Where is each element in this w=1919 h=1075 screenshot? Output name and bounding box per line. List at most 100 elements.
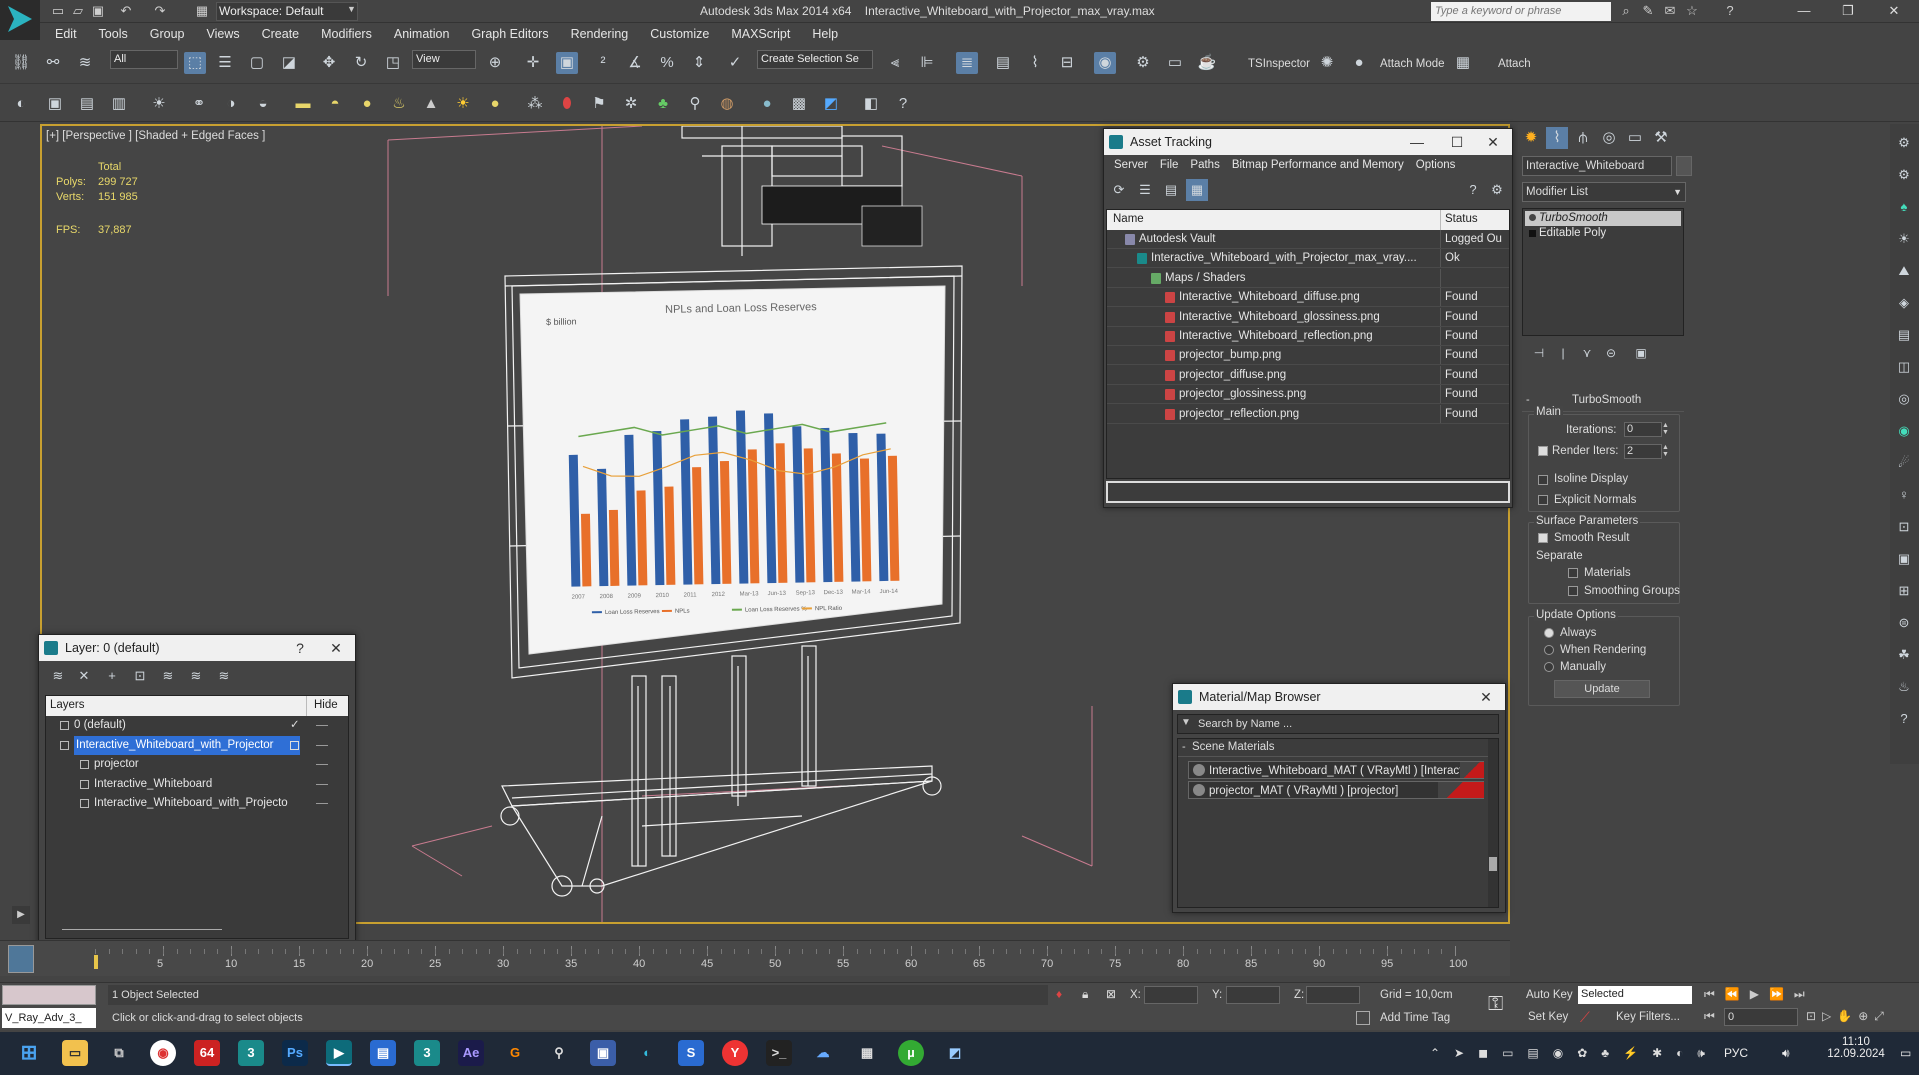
keyboard-shortcut-override-icon[interactable]: ▣ <box>556 52 578 74</box>
configure-sets-icon[interactable]: ▣ <box>1630 342 1652 364</box>
strip-icon-18[interactable]: ♨ <box>1893 676 1915 698</box>
key-mode-toggle-icon[interactable]: ⏮ <box>1704 1009 1715 1024</box>
key-icon[interactable]: ⚿ <box>1488 993 1503 1016</box>
auto-key-button[interactable]: Auto Key <box>1526 989 1573 1001</box>
vray-options-icon[interactable]: ◧ <box>860 93 882 115</box>
material-editor-icon[interactable]: ◉ <box>1094 52 1116 74</box>
set-key-icon[interactable]: ⟋ <box>1580 1009 1590 1026</box>
vray-material-converter-icon[interactable]: ⚭ <box>188 93 210 115</box>
settings-icon[interactable]: ⚙ <box>1486 179 1508 201</box>
col-layers-header[interactable]: Layers <box>50 699 85 711</box>
3dsmax-2-icon[interactable]: 3 <box>414 1040 440 1066</box>
vray-help-icon[interactable]: ? <box>892 93 914 115</box>
spinner-arrows-icon[interactable]: ▲ ▼ <box>1662 422 1670 437</box>
motion-tab-icon[interactable]: ◎ <box>1598 127 1620 149</box>
strip-icon-7[interactable]: ▤ <box>1893 324 1915 346</box>
attach-label[interactable]: Attach <box>1498 58 1531 70</box>
at-menu-options[interactable]: Options <box>1410 155 1462 177</box>
asset-row[interactable]: Interactive_Whiteboard_with_Projector_ma… <box>1107 249 1509 269</box>
time-tag-icon[interactable] <box>1356 1011 1370 1025</box>
refresh-icon[interactable]: ⟳ <box>1108 179 1130 201</box>
current-frame-field[interactable]: 0 <box>1724 1008 1798 1026</box>
vray-sphere-fade-icon[interactable]: ✲ <box>620 93 642 115</box>
rotate-icon[interactable]: ↻ <box>350 52 372 74</box>
graphite-ribbon-icon[interactable]: ▤ <box>992 52 1014 74</box>
isolate-selection-icon[interactable]: ♦ <box>1056 987 1062 1001</box>
close-button[interactable]: ✕ <box>1471 684 1501 710</box>
col-name-header[interactable]: Name <box>1113 213 1144 225</box>
spinner-arrows-icon[interactable]: ▲ ▼ <box>1662 444 1670 459</box>
layer-row[interactable]: Interactive_Whiteboard <box>46 775 348 794</box>
always-radio[interactable] <box>1544 628 1554 638</box>
at-menu-server[interactable]: Server <box>1108 155 1154 177</box>
app-logo-icon[interactable] <box>0 0 40 40</box>
at-menu-bitmap[interactable]: Bitmap Performance and Memory <box>1226 155 1410 177</box>
gear-icon[interactable]: ✺ <box>1316 52 1338 74</box>
freeze-all-icon[interactable]: ≋ <box>213 665 235 687</box>
hide-toggle[interactable] <box>316 764 328 765</box>
search-app-icon[interactable]: ⚲ <box>546 1040 572 1066</box>
selection-lock-icon[interactable]: 🔒︎ <box>1082 987 1088 1002</box>
layer-row[interactable]: 0 (default) ✓ <box>46 716 348 735</box>
chart-app-icon[interactable]: ◩ <box>942 1040 968 1066</box>
hide-all-icon[interactable]: ≋ <box>185 665 207 687</box>
detail-view-icon[interactable]: ▤ <box>1160 179 1182 201</box>
scrollbar-thumb[interactable] <box>1489 857 1497 871</box>
curve-editor-icon[interactable]: ⌇ <box>1024 52 1046 74</box>
reference-coordinate-dropdown[interactable]: View <box>412 50 476 69</box>
vray-ies-light-icon[interactable]: ♨ <box>388 93 410 115</box>
select-by-name-icon[interactable]: ☰ <box>214 52 236 74</box>
3dsmax-icon[interactable]: 3 <box>238 1040 264 1066</box>
asset-row[interactable]: projector_bump.png Found <box>1107 346 1509 366</box>
strip-icon-12[interactable]: ♀ <box>1893 484 1915 506</box>
vray-spot-light-icon[interactable]: ▲ <box>420 93 442 115</box>
key-mode-dropdown[interactable]: Selected <box>1578 986 1692 1004</box>
window-crossing-icon[interactable]: ◪ <box>278 52 300 74</box>
lightbulb-icon[interactable] <box>1529 214 1536 221</box>
path-field[interactable] <box>1106 481 1510 503</box>
move-icon[interactable]: ✥ <box>318 52 340 74</box>
close-window-button[interactable]: ✕ <box>1880 2 1908 20</box>
clock[interactable]: 11:10 12.09.2024 <box>1826 1036 1886 1060</box>
attach-mode-label[interactable]: Attach Mode <box>1380 58 1445 70</box>
system-tray-icons[interactable]: ⌃➤◼▭▤◉✿♣⚡✱◐🕪︎ <box>1430 1046 1719 1061</box>
hide-toggle[interactable] <box>316 744 328 746</box>
vray-bitmap-convert-icon[interactable]: ◑ <box>220 93 242 115</box>
vray-last-buffer-icon[interactable]: ▤ <box>76 93 98 115</box>
g-app-icon[interactable]: G <box>502 1040 528 1066</box>
task-view-icon[interactable]: ⧉ <box>106 1040 132 1066</box>
angle-snap-icon[interactable]: ∡ <box>624 52 646 74</box>
table-view-icon[interactable]: ▦ <box>1186 179 1208 201</box>
terminal-icon[interactable]: >_ <box>766 1040 792 1066</box>
object-name-field[interactable]: Interactive_Whiteboard <box>1522 156 1672 176</box>
viewport-nav-controls[interactable]: ⊡▷✋⊕⤢ <box>1806 1009 1890 1024</box>
scene-materials-header[interactable]: Scene Materials <box>1192 741 1274 753</box>
schematic-view-icon[interactable]: ⊟ <box>1056 52 1078 74</box>
display-tab-icon[interactable]: ▭ <box>1624 127 1646 149</box>
hide-toggle[interactable] <box>316 725 328 726</box>
hide-toggle[interactable] <box>316 803 328 804</box>
menu-edit[interactable]: Edit <box>44 24 88 44</box>
network-app-icon[interactable]: ☁ <box>810 1040 836 1066</box>
selection-filter-dropdown[interactable]: All <box>110 50 178 69</box>
asset-row[interactable]: projector_reflection.png Found <box>1107 404 1509 424</box>
rectangular-selection-icon[interactable]: ▢ <box>246 52 268 74</box>
select-manipulate-icon[interactable]: ✛ <box>522 52 544 74</box>
menu-customize[interactable]: Customize <box>639 24 720 44</box>
menu-maxscript[interactable]: MAXScript <box>720 24 801 44</box>
strip-icon-10[interactable]: ◉ <box>1893 420 1915 442</box>
vray-properties-icon[interactable]: ◒ <box>252 93 274 115</box>
align-icon[interactable]: ⊫ <box>916 52 938 74</box>
help-button[interactable]: ? <box>285 635 315 661</box>
menu-tools[interactable]: Tools <box>88 24 139 44</box>
strip-icon-6[interactable]: ◈ <box>1893 292 1915 314</box>
spinner-snap-icon[interactable]: ⇕ <box>688 52 710 74</box>
3dsmax-active-icon[interactable]: ▶ <box>326 1040 352 1066</box>
vray-proxy-icon[interactable]: ⬮ <box>556 93 578 115</box>
col-status-header[interactable]: Status <box>1445 213 1478 225</box>
help-icon[interactable]: ? <box>1893 708 1915 730</box>
menu-rendering[interactable]: Rendering <box>560 24 640 44</box>
iterations-spinner[interactable]: 0 <box>1624 422 1662 437</box>
at-menu-file[interactable]: File <box>1154 155 1185 177</box>
file-explorer-icon[interactable]: ▭ <box>62 1040 88 1066</box>
